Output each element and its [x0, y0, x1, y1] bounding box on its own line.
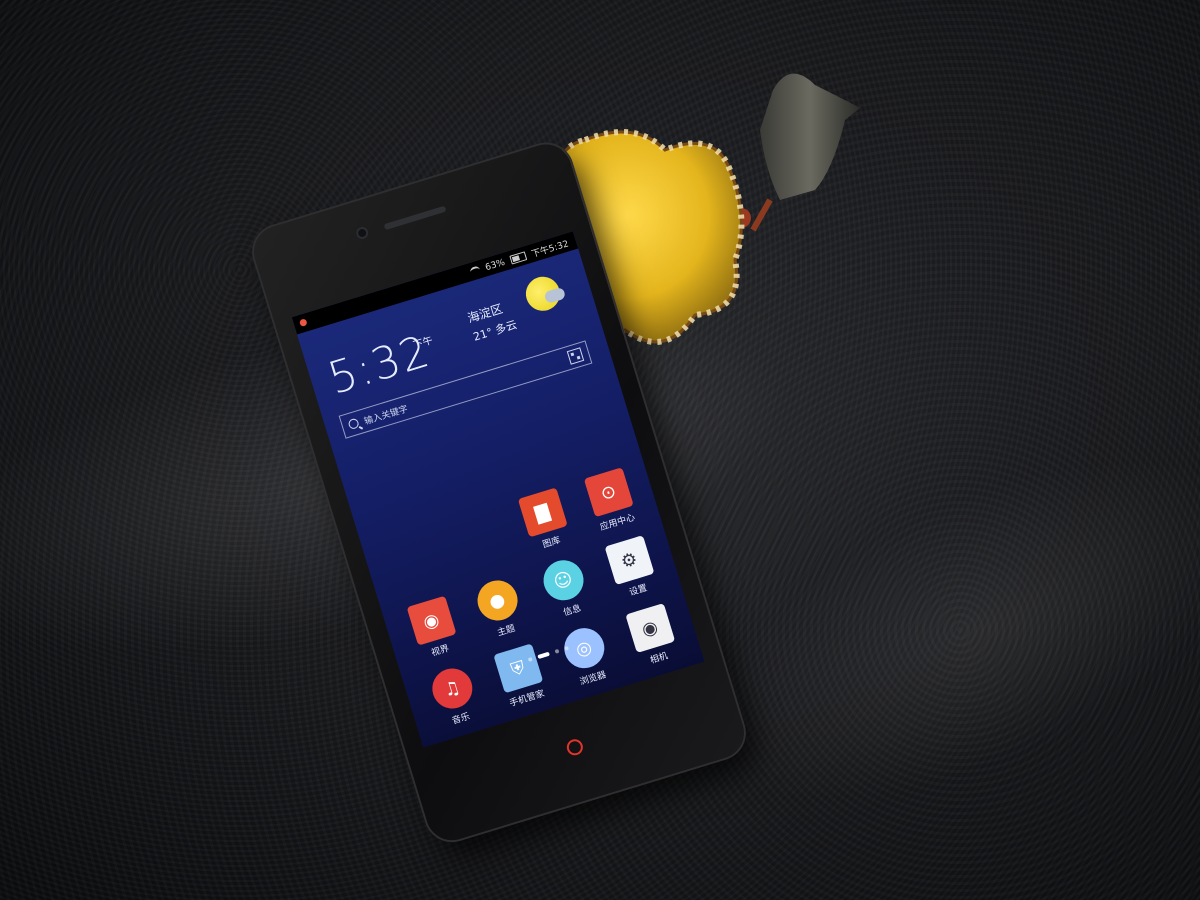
notification-dot-icon: [298, 318, 308, 327]
app-label: 图库: [541, 535, 562, 551]
status-time: 下午5:32: [530, 239, 570, 261]
earpiece: [383, 205, 447, 231]
app-icon[interactable]: ☺: [538, 555, 589, 606]
battery-icon: [509, 251, 528, 265]
app-label: 相机: [649, 651, 670, 667]
app-icon[interactable]: ●: [472, 575, 523, 626]
app-icon-cell[interactable]: ⊙ 应用中心: [569, 463, 652, 538]
app-label: 音乐: [451, 711, 472, 727]
app-label: 信息: [562, 603, 583, 619]
home-button[interactable]: [564, 737, 585, 758]
front-camera: [354, 225, 370, 241]
app-icon[interactable]: ✆: [447, 731, 498, 748]
app-label: 视界: [430, 643, 451, 659]
app-grid: ▇图库⊙应用中心◉视界●主题☺信息⚙设置♫音乐⛨手机管家◎浏览器◉相机✆拨号☻联…: [371, 463, 704, 748]
weather-sun-cloud-icon[interactable]: [521, 272, 565, 316]
search-icon: [347, 417, 360, 431]
app-icon[interactable]: ☻: [513, 711, 564, 748]
app-icon-cell[interactable]: ✆拨号: [434, 727, 517, 748]
battery-percent: 63%: [484, 257, 507, 273]
wifi-icon: [468, 265, 482, 277]
app-label: 浏览器: [578, 670, 608, 688]
bell-cord: [750, 198, 773, 232]
app-icon-cell[interactable]: ⚙ 设置: [590, 531, 673, 606]
app-icon[interactable]: ◉: [406, 595, 457, 646]
app-label: 主题: [496, 623, 517, 639]
app-icon[interactable]: ⊙: [583, 467, 634, 518]
qr-scan-icon[interactable]: [566, 347, 585, 365]
search-placeholder: 输入关键字: [363, 404, 410, 427]
app-icon[interactable]: ▇: [517, 487, 568, 538]
bell: [760, 73, 860, 200]
app-icon[interactable]: ⚙: [604, 535, 655, 586]
app-label: 设置: [628, 583, 649, 599]
